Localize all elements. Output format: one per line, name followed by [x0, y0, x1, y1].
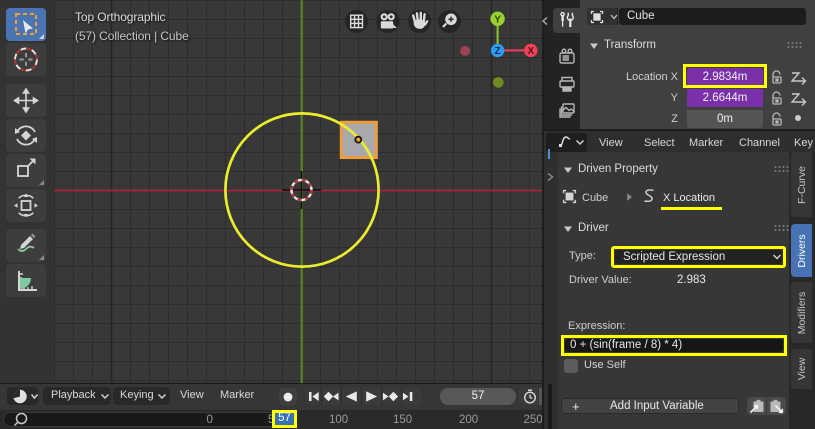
svg-text:Y: Y [494, 14, 501, 25]
svg-text:Z: Z [495, 46, 501, 57]
svg-text:X: X [527, 46, 534, 57]
